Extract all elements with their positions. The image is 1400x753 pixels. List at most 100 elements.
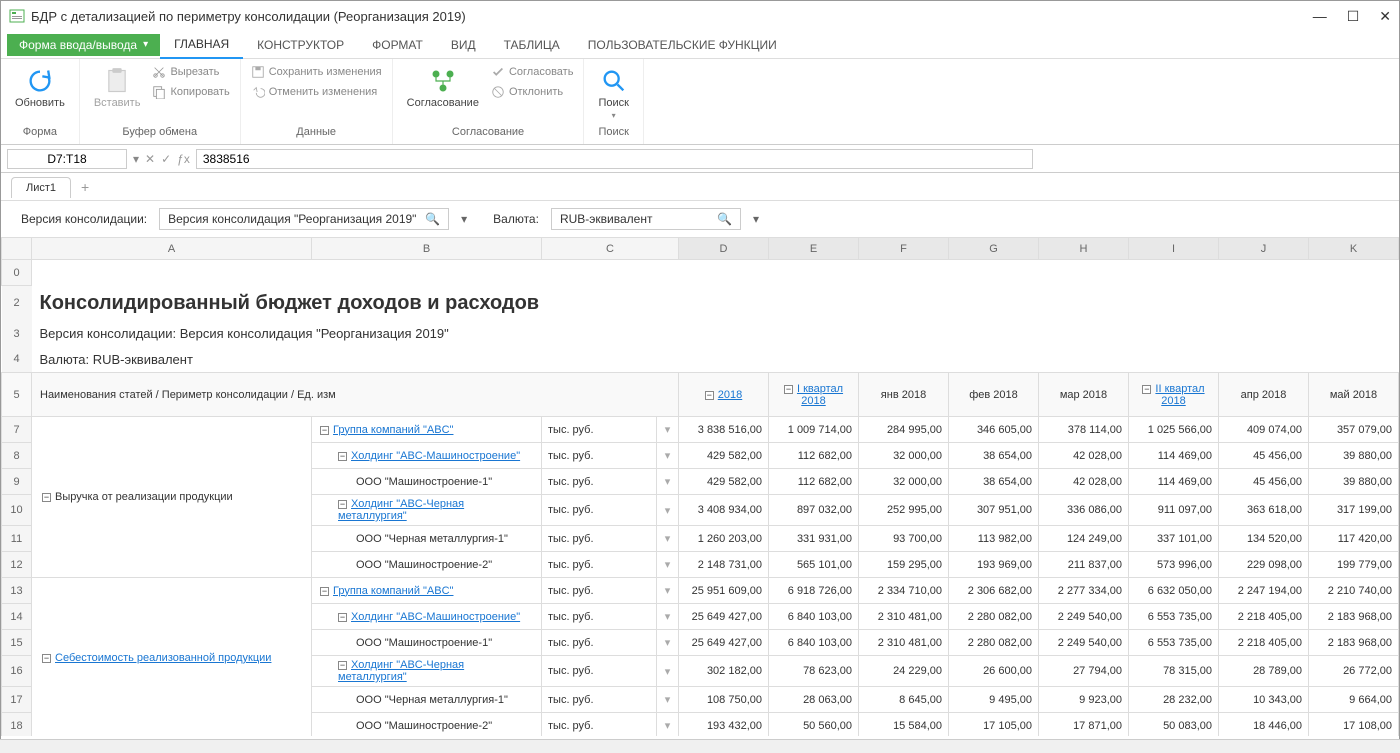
collapse-icon[interactable]: − [784,385,793,394]
value-cell[interactable]: 3 838 516,00 [679,417,769,443]
approval-button[interactable]: Согласование [403,63,483,113]
collapse-icon[interactable]: − [338,452,347,461]
value-cell[interactable]: 134 520,00 [1219,526,1309,552]
maximize-button[interactable]: ☐ [1347,8,1360,25]
value-cell[interactable]: 42 028,00 [1039,469,1129,495]
period-header[interactable]: апр 2018 [1219,373,1309,417]
value-cell[interactable]: 17 105,00 [949,713,1039,737]
menu-tab-functions[interactable]: ПОЛЬЗОВАТЕЛЬСКИЕ ФУНКЦИИ [574,32,791,58]
menu-tab-constructor[interactable]: КОНСТРУКТОР [243,32,358,58]
value-cell[interactable]: 6 553 735,00 [1129,630,1219,656]
value-cell[interactable]: 2 210 740,00 [1309,578,1399,604]
value-cell[interactable]: 2 183 968,00 [1309,604,1399,630]
value-cell[interactable]: 15 584,00 [859,713,949,737]
value-cell[interactable]: 252 995,00 [859,495,949,526]
value-cell[interactable]: 42 028,00 [1039,443,1129,469]
period-header[interactable]: фев 2018 [949,373,1039,417]
value-cell[interactable]: 409 074,00 [1219,417,1309,443]
value-cell[interactable]: 108 750,00 [679,687,769,713]
period-header[interactable]: −II квартал 2018 [1129,373,1219,417]
value-cell[interactable]: 357 079,00 [1309,417,1399,443]
value-cell[interactable]: 346 605,00 [949,417,1039,443]
value-cell[interactable]: 93 700,00 [859,526,949,552]
value-cell[interactable]: 6 553 735,00 [1129,604,1219,630]
value-cell[interactable]: 28 789,00 [1219,656,1309,687]
value-cell[interactable]: 78 623,00 [769,656,859,687]
value-cell[interactable]: 10 343,00 [1219,687,1309,713]
value-cell[interactable]: 28 063,00 [769,687,859,713]
value-cell[interactable]: 50 560,00 [769,713,859,737]
value-cell[interactable]: 2 148 731,00 [679,552,769,578]
row-filter-icon[interactable]: ▾ [657,417,679,443]
value-cell[interactable]: 32 000,00 [859,469,949,495]
value-cell[interactable]: 2 247 194,00 [1219,578,1309,604]
collapse-icon[interactable]: − [705,391,714,400]
currency-dropdown-icon[interactable]: ▾ [753,212,759,226]
value-cell[interactable]: 6 840 103,00 [769,604,859,630]
value-cell[interactable]: 911 097,00 [1129,495,1219,526]
value-cell[interactable]: 2 218 405,00 [1219,630,1309,656]
value-cell[interactable]: 2 334 710,00 [859,578,949,604]
collapse-icon[interactable]: − [338,613,347,622]
value-cell[interactable]: 1 009 714,00 [769,417,859,443]
refresh-button[interactable]: Обновить [11,63,69,113]
value-cell[interactable]: 113 982,00 [949,526,1039,552]
form-type-dropdown[interactable]: Форма ввода/вывода [7,34,160,56]
value-cell[interactable]: 32 000,00 [859,443,949,469]
entity-name[interactable]: −Холдинг "ABC-Черная металлургия" [312,656,542,687]
value-cell[interactable]: 317 199,00 [1309,495,1399,526]
value-cell[interactable]: 3 408 934,00 [679,495,769,526]
value-cell[interactable]: 112 682,00 [769,443,859,469]
version-select[interactable]: Версия консолидация "Реорганизация 2019"… [159,208,449,230]
collapse-icon[interactable]: − [320,587,329,596]
value-cell[interactable]: 38 654,00 [949,469,1039,495]
value-cell[interactable]: 199 779,00 [1309,552,1399,578]
value-cell[interactable]: 112 682,00 [769,469,859,495]
entity-name[interactable]: ООО "Машиностроение-2" [312,713,542,737]
entity-name[interactable]: −Холдинг "ABC-Машиностроение" [312,604,542,630]
save-button[interactable]: Сохранить изменения [251,63,382,81]
collapse-icon[interactable]: − [320,426,329,435]
value-cell[interactable]: 78 315,00 [1129,656,1219,687]
row-filter-icon[interactable]: ▾ [657,495,679,526]
value-cell[interactable]: 6 840 103,00 [769,630,859,656]
collapse-icon[interactable]: − [338,661,347,670]
value-cell[interactable]: 193 969,00 [949,552,1039,578]
value-cell[interactable]: 27 794,00 [1039,656,1129,687]
sheet-tab[interactable]: Лист1 [11,177,71,198]
version-dropdown-icon[interactable]: ▾ [461,212,467,226]
value-cell[interactable]: 565 101,00 [769,552,859,578]
value-cell[interactable]: 331 931,00 [769,526,859,552]
period-header[interactable]: май 2018 [1309,373,1399,417]
value-cell[interactable]: 17 108,00 [1309,713,1399,737]
entity-name[interactable]: −Группа компаний "ABC" [312,417,542,443]
value-cell[interactable]: 17 871,00 [1039,713,1129,737]
spreadsheet-grid[interactable]: A B C D E F G H I J K 0 2Консолидированн… [1,237,1399,736]
value-cell[interactable]: 39 880,00 [1309,469,1399,495]
close-button[interactable]: ✕ [1379,8,1391,25]
menu-tab-format[interactable]: ФОРМАТ [358,32,437,58]
search-button[interactable]: Поиск ▾ [594,63,632,124]
value-cell[interactable]: 307 951,00 [949,495,1039,526]
value-cell[interactable]: 429 582,00 [679,469,769,495]
value-cell[interactable]: 26 600,00 [949,656,1039,687]
value-cell[interactable]: 25 649 427,00 [679,604,769,630]
entity-name[interactable]: −Холдинг "ABC-Черная металлургия" [312,495,542,526]
value-cell[interactable]: 211 837,00 [1039,552,1129,578]
value-cell[interactable]: 18 446,00 [1219,713,1309,737]
value-cell[interactable]: 1 260 203,00 [679,526,769,552]
value-cell[interactable]: 6 918 726,00 [769,578,859,604]
value-cell[interactable]: 9 495,00 [949,687,1039,713]
value-cell[interactable]: 38 654,00 [949,443,1039,469]
value-cell[interactable]: 24 229,00 [859,656,949,687]
value-cell[interactable]: 2 249 540,00 [1039,604,1129,630]
entity-name[interactable]: −Холдинг "ABC-Машиностроение" [312,443,542,469]
value-cell[interactable]: 2 280 082,00 [949,604,1039,630]
value-cell[interactable]: 2 183 968,00 [1309,630,1399,656]
fx-icon[interactable]: ƒx [177,152,190,166]
value-cell[interactable]: 229 098,00 [1219,552,1309,578]
minimize-button[interactable]: — [1313,8,1327,25]
value-cell[interactable]: 25 649 427,00 [679,630,769,656]
value-cell[interactable]: 378 114,00 [1039,417,1129,443]
paste-button[interactable]: Вставить [90,63,145,113]
